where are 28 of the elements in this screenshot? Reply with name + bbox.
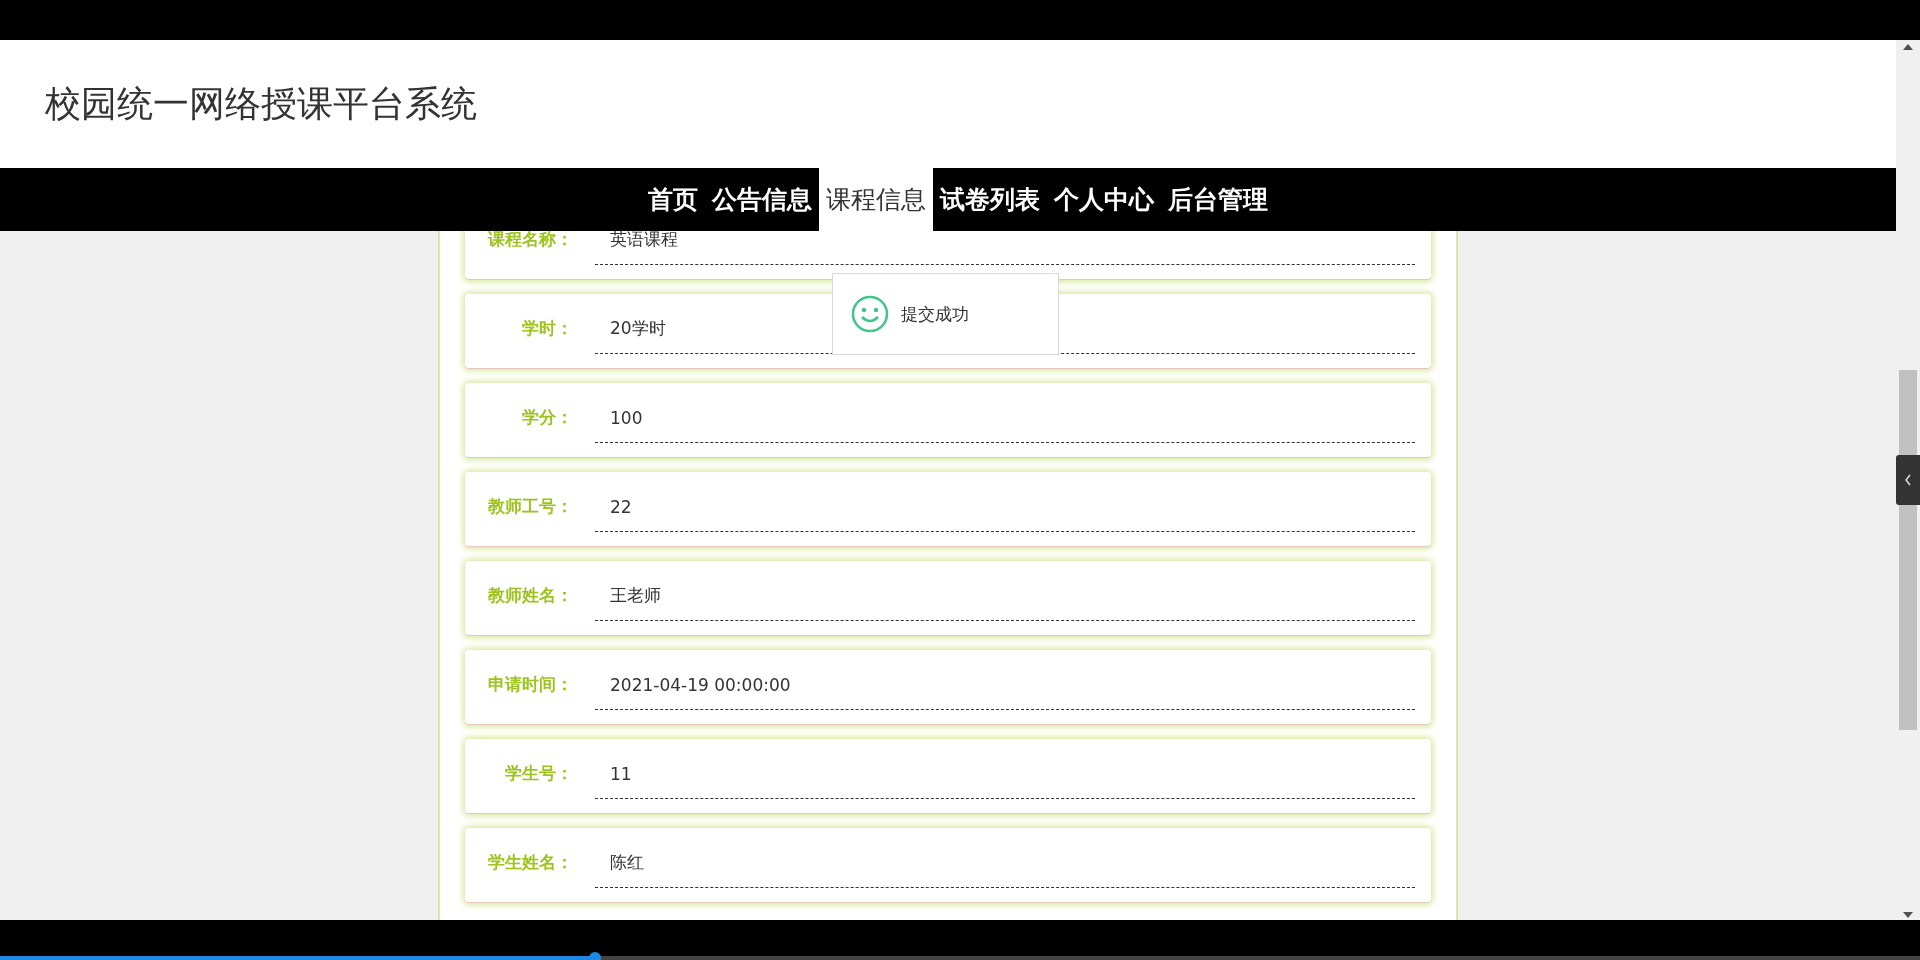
- progress-handle[interactable]: [589, 952, 602, 960]
- toast-message: 提交成功: [901, 302, 969, 326]
- field-label: 学生号：: [504, 761, 573, 785]
- field-label: 学时：: [521, 316, 573, 340]
- nav-tab[interactable]: 后台管理: [1161, 168, 1275, 231]
- input-field[interactable]: 22: [595, 472, 1415, 532]
- chevron-left-icon: [1904, 474, 1912, 486]
- field-label: 课程名称：: [486, 231, 573, 251]
- nav-tab[interactable]: 首页: [641, 168, 705, 231]
- field-label: 教师工号：: [487, 494, 573, 518]
- input-field[interactable]: 11: [595, 739, 1415, 799]
- field-label: 教师姓名：: [487, 583, 573, 607]
- site-title: 校园统一网络授课平台系统: [45, 81, 477, 126]
- field-label: 学分：: [521, 405, 573, 429]
- field-label: 申请时间：: [487, 672, 573, 696]
- input-field[interactable]: 英语课程: [595, 231, 1415, 265]
- nav-tab[interactable]: 公告信息: [705, 168, 819, 231]
- input-field[interactable]: 陈红: [595, 828, 1415, 888]
- nav-tab[interactable]: 试卷列表: [933, 168, 1047, 231]
- field-label: 学生姓名：: [487, 850, 573, 874]
- input-field[interactable]: 王老师: [595, 561, 1415, 621]
- scrollbar[interactable]: [1896, 40, 1920, 920]
- collapse-button[interactable]: [1896, 455, 1920, 505]
- nav-tab[interactable]: 课程信息: [819, 168, 933, 231]
- smiley-icon: [851, 295, 889, 333]
- input-field[interactable]: 2021-04-19 00:00:00: [595, 650, 1415, 710]
- nav-tab[interactable]: 个人中心: [1047, 168, 1161, 231]
- input-field[interactable]: 100: [595, 383, 1415, 443]
